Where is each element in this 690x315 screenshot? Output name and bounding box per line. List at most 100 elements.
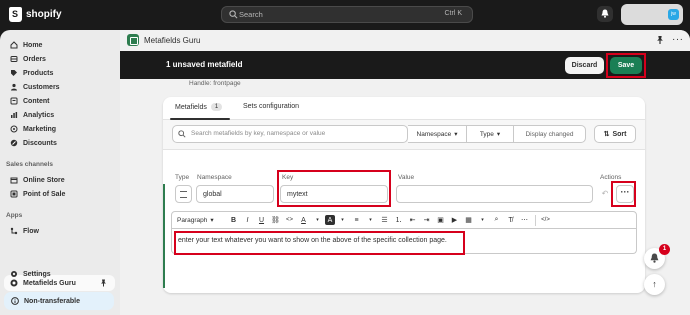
more-actions-icon[interactable]: ··· — [672, 34, 684, 45]
align-icon[interactable]: ≡ — [350, 214, 363, 227]
highlight-color-icon[interactable]: A — [325, 215, 335, 225]
sidebar-item-label: Content — [23, 97, 50, 105]
row-indicator — [163, 184, 165, 288]
underline-icon[interactable]: U — [255, 214, 268, 227]
notifications-button[interactable] — [597, 6, 613, 22]
tab-sets-configuration[interactable]: Sets configuration — [243, 103, 299, 110]
account-menu-button[interactable]: jw — [621, 4, 683, 25]
clear-format-icon[interactable]: T̸ — [504, 214, 517, 227]
search-icon — [178, 130, 186, 138]
filter-row: Search metafields by key, namespace or v… — [163, 120, 645, 150]
image-icon[interactable]: ▣ — [434, 214, 447, 227]
sidebar-item-label: Flow — [23, 227, 39, 235]
type-filter-button[interactable]: Type ▾ — [467, 125, 514, 143]
brand-name: shopify — [26, 9, 62, 20]
indent-icon[interactable]: ⇥ — [420, 214, 433, 227]
discount-icon — [10, 139, 18, 147]
more-horizontal-icon[interactable]: ⋯ — [518, 214, 531, 227]
sidebar-item-label: Discounts — [23, 139, 57, 147]
sidebar-item-discounts[interactable]: Discounts — [10, 137, 57, 149]
highlight-box-editor — [174, 231, 465, 255]
sort-button[interactable]: ⇅ Sort — [594, 125, 636, 143]
sidebar-item-analytics[interactable]: Analytics — [10, 109, 54, 121]
code-icon[interactable]: <> — [283, 214, 296, 227]
shopify-bag-icon — [9, 7, 22, 22]
tab-metafields[interactable]: Metafields 1 — [175, 103, 223, 111]
discard-button[interactable]: Discard — [565, 57, 604, 74]
search-input[interactable]: Search Ctrl K — [221, 6, 473, 23]
search-placeholder: Search metafields by key, namespace or v… — [191, 130, 326, 137]
namespace-filter-button[interactable]: Namespace ▾ — [408, 125, 467, 143]
pos-icon — [10, 190, 18, 198]
sidebar-item-label: Analytics — [23, 111, 55, 119]
chevron-down-icon[interactable]: ▾ — [336, 214, 349, 227]
value-field[interactable] — [396, 185, 593, 203]
bullet-list-icon[interactable]: ☰ — [378, 214, 391, 227]
scroll-to-top-button[interactable]: ↑ — [644, 274, 665, 295]
type-selector[interactable] — [175, 185, 192, 203]
avatar: jw — [668, 9, 679, 20]
chevron-down-icon[interactable]: ▾ — [311, 214, 324, 227]
rich-text-toolbar: Paragraph ▾ B I U ⛓ <> A ▾ A ▾ ≡ ▾ ☰ ⒈ ⇤… — [171, 211, 637, 229]
info-icon — [11, 297, 19, 305]
sidebar-item-point-of-sale[interactable]: Point of Sale — [10, 188, 65, 200]
search-icon — [229, 10, 238, 19]
top-bar: shopify Search Ctrl K jw — [0, 0, 690, 30]
tab-bar: Metafields 1 Sets configuration — [163, 97, 645, 120]
toolbar-divider — [535, 214, 536, 226]
type-filter-label: Type — [479, 130, 494, 138]
source-code-icon[interactable]: </> — [539, 214, 552, 227]
chevron-down-icon[interactable]: ▾ — [476, 214, 489, 227]
sidebar-item-settings[interactable]: Settings — [10, 268, 51, 280]
shopify-logo[interactable]: shopify — [9, 7, 62, 22]
find-replace-icon[interactable]: ⌕ — [490, 214, 503, 227]
column-namespace: Namespace — [197, 174, 232, 181]
apps-heading: Apps — [6, 212, 23, 219]
namespace-field[interactable]: global — [196, 185, 274, 203]
chevron-down-icon: ▾ — [496, 131, 501, 138]
metafields-guru-app-icon — [127, 34, 139, 46]
non-transferable-label: Non-transferable — [24, 297, 81, 305]
sidebar-item-content[interactable]: Content — [10, 95, 49, 107]
outdent-icon[interactable]: ⇤ — [406, 214, 419, 227]
chevron-down-icon: ▾ — [454, 131, 458, 138]
sidebar-item-flow[interactable]: Flow — [10, 225, 39, 237]
metafield-search-input[interactable]: Search metafields by key, namespace or v… — [172, 125, 408, 143]
gear-icon — [11, 271, 17, 277]
sidebar-item-label: Settings — [23, 270, 51, 278]
display-changed-button[interactable]: Display changed — [514, 125, 586, 143]
sidebar-item-customers[interactable]: Customers — [10, 81, 60, 93]
namespace-filter-label: Namespace — [416, 130, 452, 138]
sidebar-item-orders[interactable]: Orders — [10, 53, 46, 65]
column-value: Value — [398, 174, 415, 181]
sidebar-item-online-store[interactable]: Online Store — [10, 174, 65, 186]
video-icon[interactable]: ▶ — [448, 214, 461, 227]
pin-icon[interactable] — [656, 35, 664, 45]
sidebar-item-home[interactable]: Home — [10, 39, 42, 51]
italic-icon[interactable]: I — [241, 214, 254, 227]
sidebar-item-products[interactable]: Products — [10, 67, 53, 79]
paragraph-style-select[interactable]: Paragraph ▾ — [177, 216, 227, 225]
contextual-save-bar: 1 unsaved metafield Discard Save — [120, 51, 690, 79]
pin-icon[interactable] — [100, 279, 107, 287]
store-icon — [10, 177, 18, 184]
undo-icon[interactable]: ↶ — [598, 185, 612, 203]
text-color-icon[interactable]: A — [297, 214, 310, 227]
app-icon — [10, 279, 18, 287]
bell-icon — [601, 9, 609, 18]
chevron-down-icon[interactable]: ▾ — [364, 214, 377, 227]
non-transferable-badge[interactable]: Non-transferable — [4, 292, 114, 310]
sidebar-item-label: Orders — [23, 55, 46, 63]
sidebar-item-label: Marketing — [23, 125, 57, 133]
flow-icon — [10, 227, 18, 235]
handle-text: Handle: frontpage — [189, 80, 241, 87]
sidebar-item-marketing[interactable]: Marketing — [10, 123, 56, 135]
table-icon[interactable]: ▦ — [462, 214, 475, 227]
sidebar-item-label: Products — [23, 69, 54, 77]
link-icon[interactable]: ⛓ — [269, 214, 282, 227]
numbered-list-icon[interactable]: ⒈ — [392, 214, 405, 227]
bold-icon[interactable]: B — [227, 214, 240, 227]
tab-count-badge: 1 — [210, 103, 223, 111]
highlight-box-key — [277, 170, 391, 207]
app-title: Metafields Guru — [144, 36, 201, 45]
